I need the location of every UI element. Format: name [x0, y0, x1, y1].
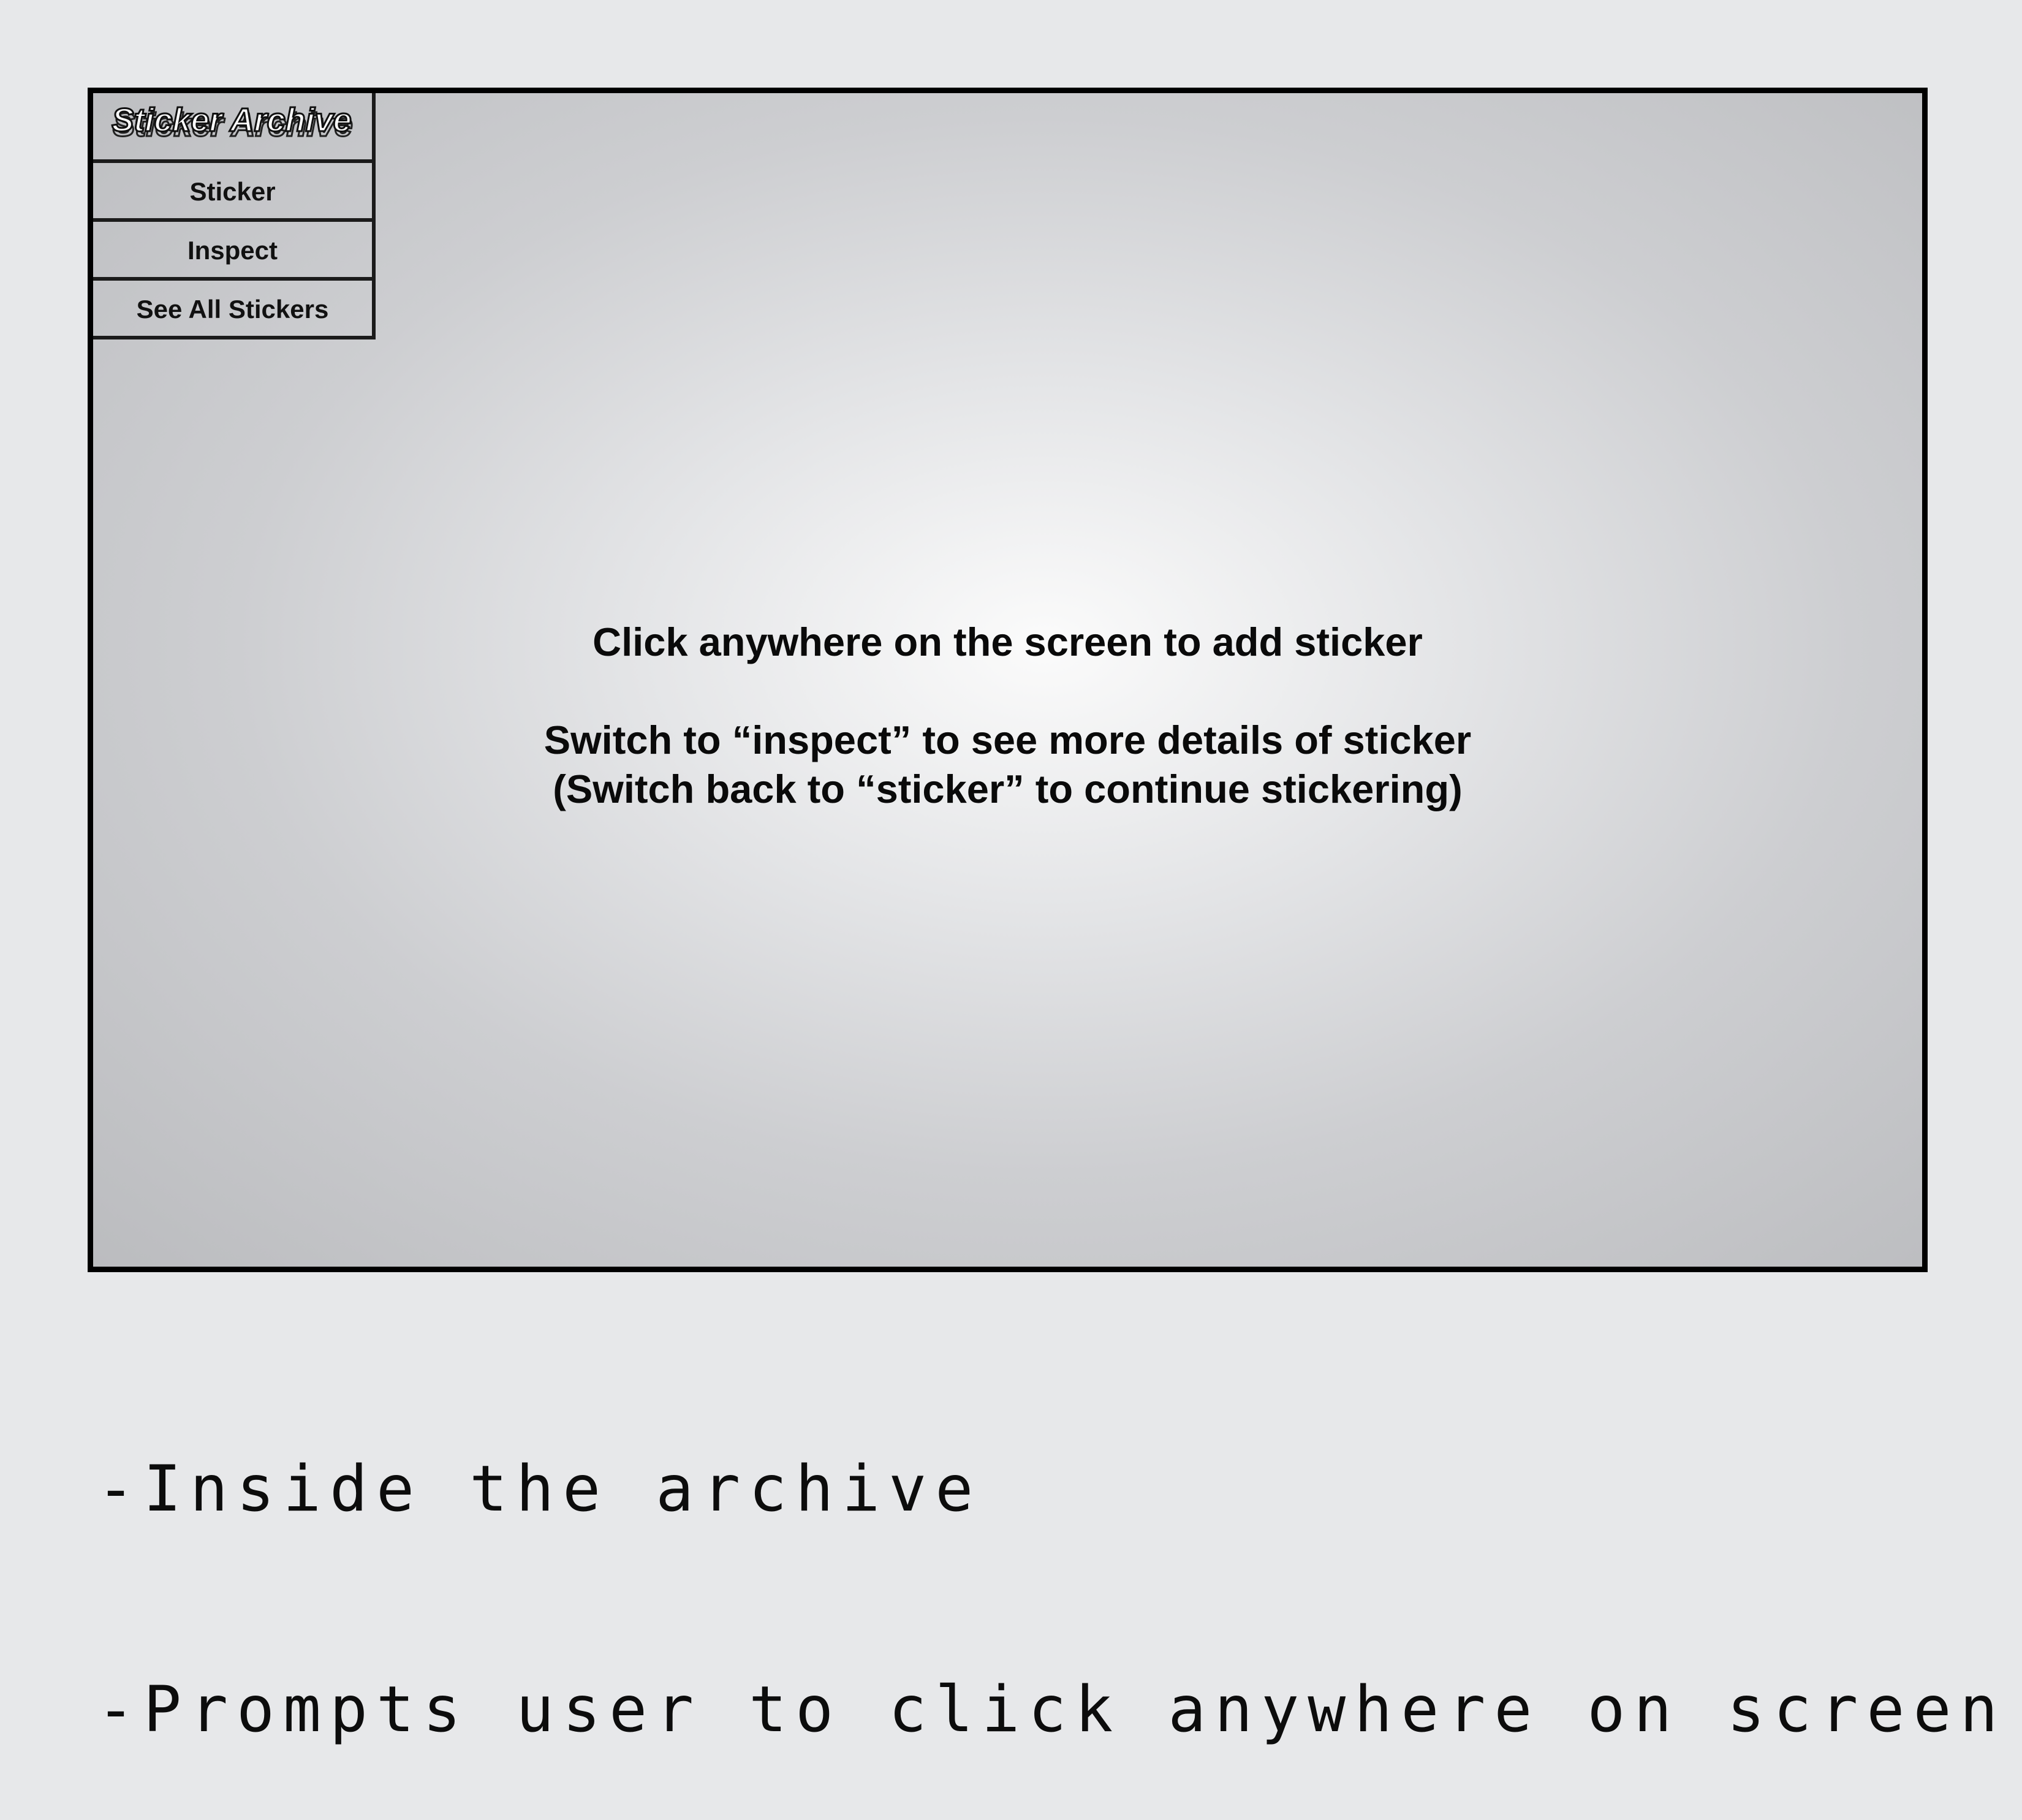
switch-back-instruction: (Switch back to “sticker” to continue st…: [553, 767, 1463, 811]
side-menu: Sticker Archive Sticker Archive Sticker …: [93, 93, 376, 339]
caption-line-2: -Prompts user to click anywhere on scree…: [97, 1673, 2007, 1746]
menu-item-label: Sticker: [189, 177, 276, 206]
instruction-text: Click anywhere on the screen to add stic…: [93, 618, 1922, 814]
archive-canvas[interactable]: Sticker Archive Sticker Archive Sticker …: [88, 88, 1928, 1272]
svg-text:Sticker Archive: Sticker Archive: [112, 102, 351, 138]
menu-item-label: See All Stickers: [136, 295, 329, 324]
annotation-caption: -Inside the archive -Prompts user to cli…: [97, 1305, 2006, 1820]
logo-wordmark: Sticker Archive Sticker Archive: [110, 101, 353, 145]
menu-item-inspect[interactable]: Inspect: [93, 222, 376, 281]
caption-line-1: -Inside the archive: [97, 1452, 982, 1526]
menu-item-see-all-stickers[interactable]: See All Stickers: [93, 281, 376, 339]
menu-item-sticker[interactable]: Sticker: [93, 163, 376, 222]
add-sticker-instruction: Click anywhere on the screen to add stic…: [593, 620, 1423, 664]
menu-item-label: Inspect: [187, 236, 278, 265]
inspect-instruction: Switch to “inspect” to see more details …: [543, 718, 1472, 762]
sticker-archive-logo: Sticker Archive Sticker Archive: [93, 93, 376, 163]
